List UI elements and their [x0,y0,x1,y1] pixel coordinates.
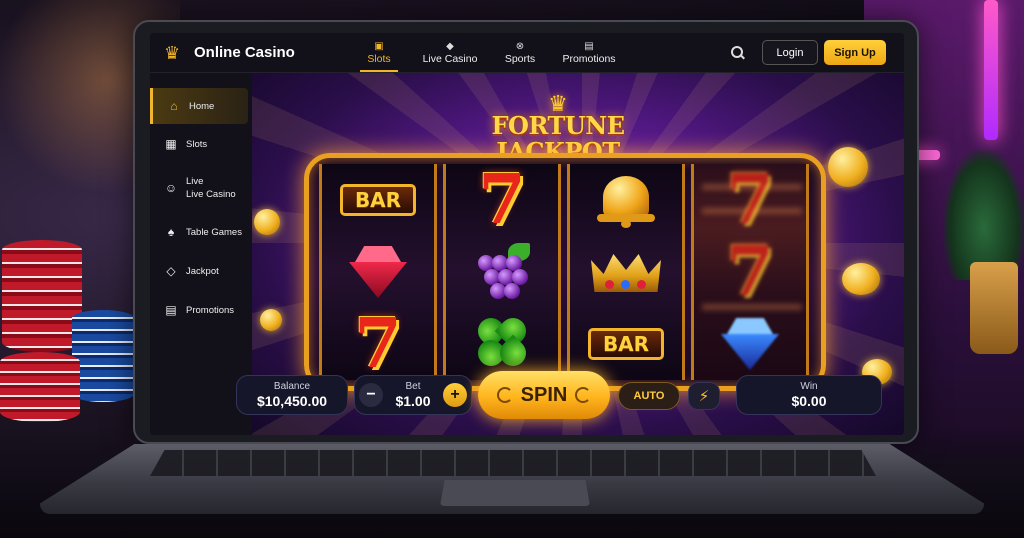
signup-button[interactable]: Sign Up [824,40,886,65]
sidebar-item-promotions[interactable]: ▤ Promotions [150,291,252,329]
reel-symbol-crown [570,236,682,308]
nav-tab-slots[interactable]: ▣ Slots [354,33,404,73]
neon-light [984,0,998,140]
red-diamond-icon [349,246,407,298]
main-nav: ▣ Slots ◆ Live Casino ⊗ Sports ▤ Promoti… [354,33,626,73]
slots-icon: ▦ [165,137,177,151]
bet-control: − Bet $1.00 + [354,375,472,415]
brand-name: Online Casino [194,44,295,61]
decrease-bet-button[interactable]: − [359,383,383,407]
spin-label: SPIN [520,383,568,406]
bet-label: Bet [405,380,421,392]
laptop-screen: ♛ Online Casino ▣ Slots ◆ Live Casino ⊗ … [150,33,904,435]
reel-symbol-grapes [446,236,558,308]
spin-button[interactable]: SPIN [478,371,610,419]
auto-spin-button[interactable]: AUTO [618,382,680,410]
sidebar-item-live-casino[interactable]: ☺ Live Live Casino [150,164,252,212]
win-label: Win [800,380,818,392]
home-icon: ⌂ [170,99,178,113]
crown-icon [591,246,661,298]
spin-arrow-icon [575,387,592,403]
bar-symbol: BAR [340,184,416,216]
laptop-keyboard [150,450,876,476]
seven-symbol: 7 [726,160,774,240]
sidebar-item-table-games[interactable]: ♠ Table Games [150,213,252,251]
reel-4: 7 7 [691,164,809,380]
nav-tab-label: Sports [504,52,536,65]
bar-symbol: BAR [588,328,664,360]
plant-pot [970,262,1018,354]
seven-symbol: 7 [478,160,526,240]
reel-symbol-bell [570,164,682,236]
header-actions: Login Sign Up [730,40,886,65]
reel-symbol-seven: 7 [446,164,558,236]
brand-logo[interactable]: ♛ Online Casino [164,42,354,63]
blue-diamond-icon [721,318,779,370]
nav-tab-label: Live Casino [422,52,478,65]
search-icon[interactable] [730,45,746,61]
grapes-icon [472,241,532,303]
nav-tab-label: Promotions [562,52,616,65]
live-dealer-icon: ☺ [164,181,178,195]
sidebar-item-slots[interactable]: ▦ Slots [150,125,252,163]
nav-tab-label: Slots [367,52,391,65]
reel-symbol-seven: 7 [694,236,806,308]
sidebar-item-label: Promotions [186,304,235,316]
slots-icon: ▣ [374,40,384,52]
balance-value: $10,450.00 [256,392,328,409]
reel-1: BAR 7 [319,164,437,380]
gold-coin [842,263,880,295]
sidebar-item-label: Home [189,100,215,112]
win-display: Win $0.00 [736,375,882,415]
gold-coin [828,147,868,187]
login-button[interactable]: Login [762,40,818,65]
reel-frame: BAR 7 7 BAR 7 7 [304,153,826,391]
bet-display: Bet $1.00 [383,381,443,410]
balance-display: Balance $10,450.00 [236,375,348,415]
sidebar-item-home[interactable]: ⌂ Home [150,88,248,124]
reel-symbol-bar: BAR [322,164,434,236]
win-value: $0.00 [791,392,827,409]
nav-tab-live-casino[interactable]: ◆ Live Casino [412,33,488,73]
live-casino-icon: ◆ [446,40,454,52]
plant [944,150,1024,280]
game-controls: Balance $10,450.00 − Bet $1.00 + SPIN AU… [236,367,904,427]
top-navigation-bar: ♛ Online Casino ▣ Slots ◆ Live Casino ⊗ … [150,33,904,73]
sidebar-item-label: Live Casino [186,189,236,200]
game-title: ♛ FORTUNE JACKPOT [434,93,682,165]
sidebar-item-label: Live [186,176,204,187]
sidebar-item-label: Slots [186,138,208,150]
nav-tab-promotions[interactable]: ▤ Promotions [552,33,626,73]
soccer-ball-icon: ⊗ [515,40,525,52]
gold-coin [254,209,280,235]
increase-bet-button[interactable]: + [443,383,467,407]
sidebar-item-label: Jackpot [186,265,219,277]
crown-icon: ♛ [164,42,181,63]
sidebar-item-jackpot[interactable]: ◇ Jackpot [150,252,252,290]
reel-3: BAR [567,164,685,380]
laptop-trackpad [440,480,590,506]
balance-label: Balance [273,380,311,392]
gold-coin [260,309,282,331]
sidebar-item-label: Table Games [186,226,242,238]
turbo-button[interactable]: ⚡ [688,382,720,410]
reel-2: 7 [443,164,561,380]
gift-icon: ▤ [584,40,594,52]
reel-symbol-seven: 7 [694,164,806,236]
bell-icon [595,172,657,228]
gift-icon: ▤ [165,303,177,317]
bet-value: $1.00 [395,392,431,409]
spin-arrow-icon [496,387,513,403]
clover-icon [472,312,532,374]
seven-symbol: 7 [726,232,774,312]
poker-chip-stack [72,310,134,402]
diamond-icon: ◇ [166,264,176,278]
poker-chip-stack [0,352,80,422]
cards-icon: ♠ [167,225,175,239]
poker-chip-stack [2,240,82,352]
nav-tab-sports[interactable]: ⊗ Sports [492,33,548,73]
reel-symbol-diamond [322,236,434,308]
